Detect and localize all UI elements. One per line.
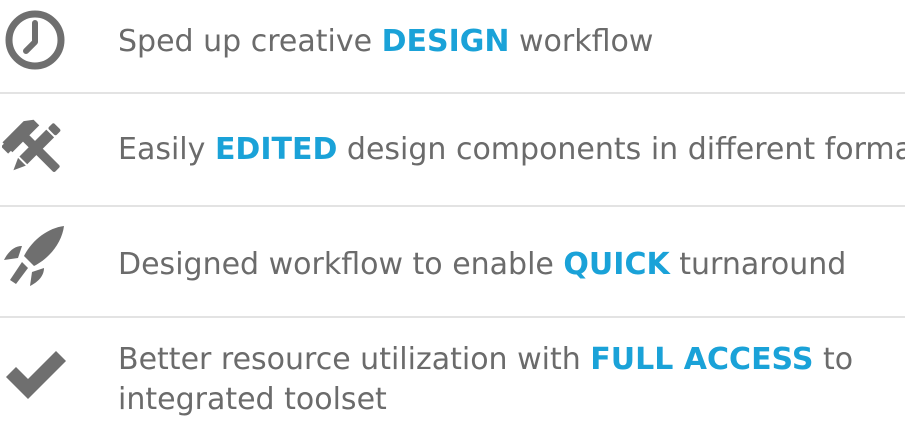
- hammer-pencil-icon: [0, 113, 70, 183]
- feature-text-before: Designed workflow to enable: [118, 247, 564, 282]
- feature-text: Sped up creative DESIGN workflow: [118, 22, 905, 62]
- feature-highlight: FULL ACCESS: [590, 342, 814, 377]
- feature-text: Better resource utilization with FULL AC…: [118, 340, 858, 420]
- divider: [0, 205, 905, 207]
- divider: [0, 92, 905, 94]
- feature-row-quick: Designed workflow to enable QUICK turnar…: [0, 208, 905, 318]
- divider: [0, 316, 905, 318]
- feature-text-after: turnaround: [669, 247, 847, 282]
- feature-text: Easily EDITED design components in diffe…: [118, 130, 905, 170]
- feature-text: Designed workflow to enable QUICK turnar…: [118, 245, 905, 285]
- feature-text-after: workflow: [509, 24, 654, 59]
- feature-highlight: EDITED: [214, 132, 338, 167]
- checkmark-icon: [0, 340, 70, 410]
- feature-text-before: Sped up creative: [118, 24, 382, 59]
- feature-row-full-access: Better resource utilization with FULL AC…: [0, 320, 905, 422]
- feature-text-before: Easily: [118, 132, 215, 167]
- feature-list: Sped up creative DESIGN workflow Easily …: [0, 0, 905, 422]
- rocket-icon: [0, 223, 70, 293]
- feature-highlight: DESIGN: [381, 24, 510, 59]
- feature-text-before: Better resource utilization with: [118, 342, 591, 377]
- clock-icon: [0, 5, 70, 75]
- feature-highlight: QUICK: [563, 247, 670, 282]
- feature-text-after: design components in different formats: [337, 132, 905, 167]
- feature-row-edited: Easily EDITED design components in diffe…: [0, 95, 905, 205]
- feature-row-design: Sped up creative DESIGN workflow: [0, 0, 905, 92]
